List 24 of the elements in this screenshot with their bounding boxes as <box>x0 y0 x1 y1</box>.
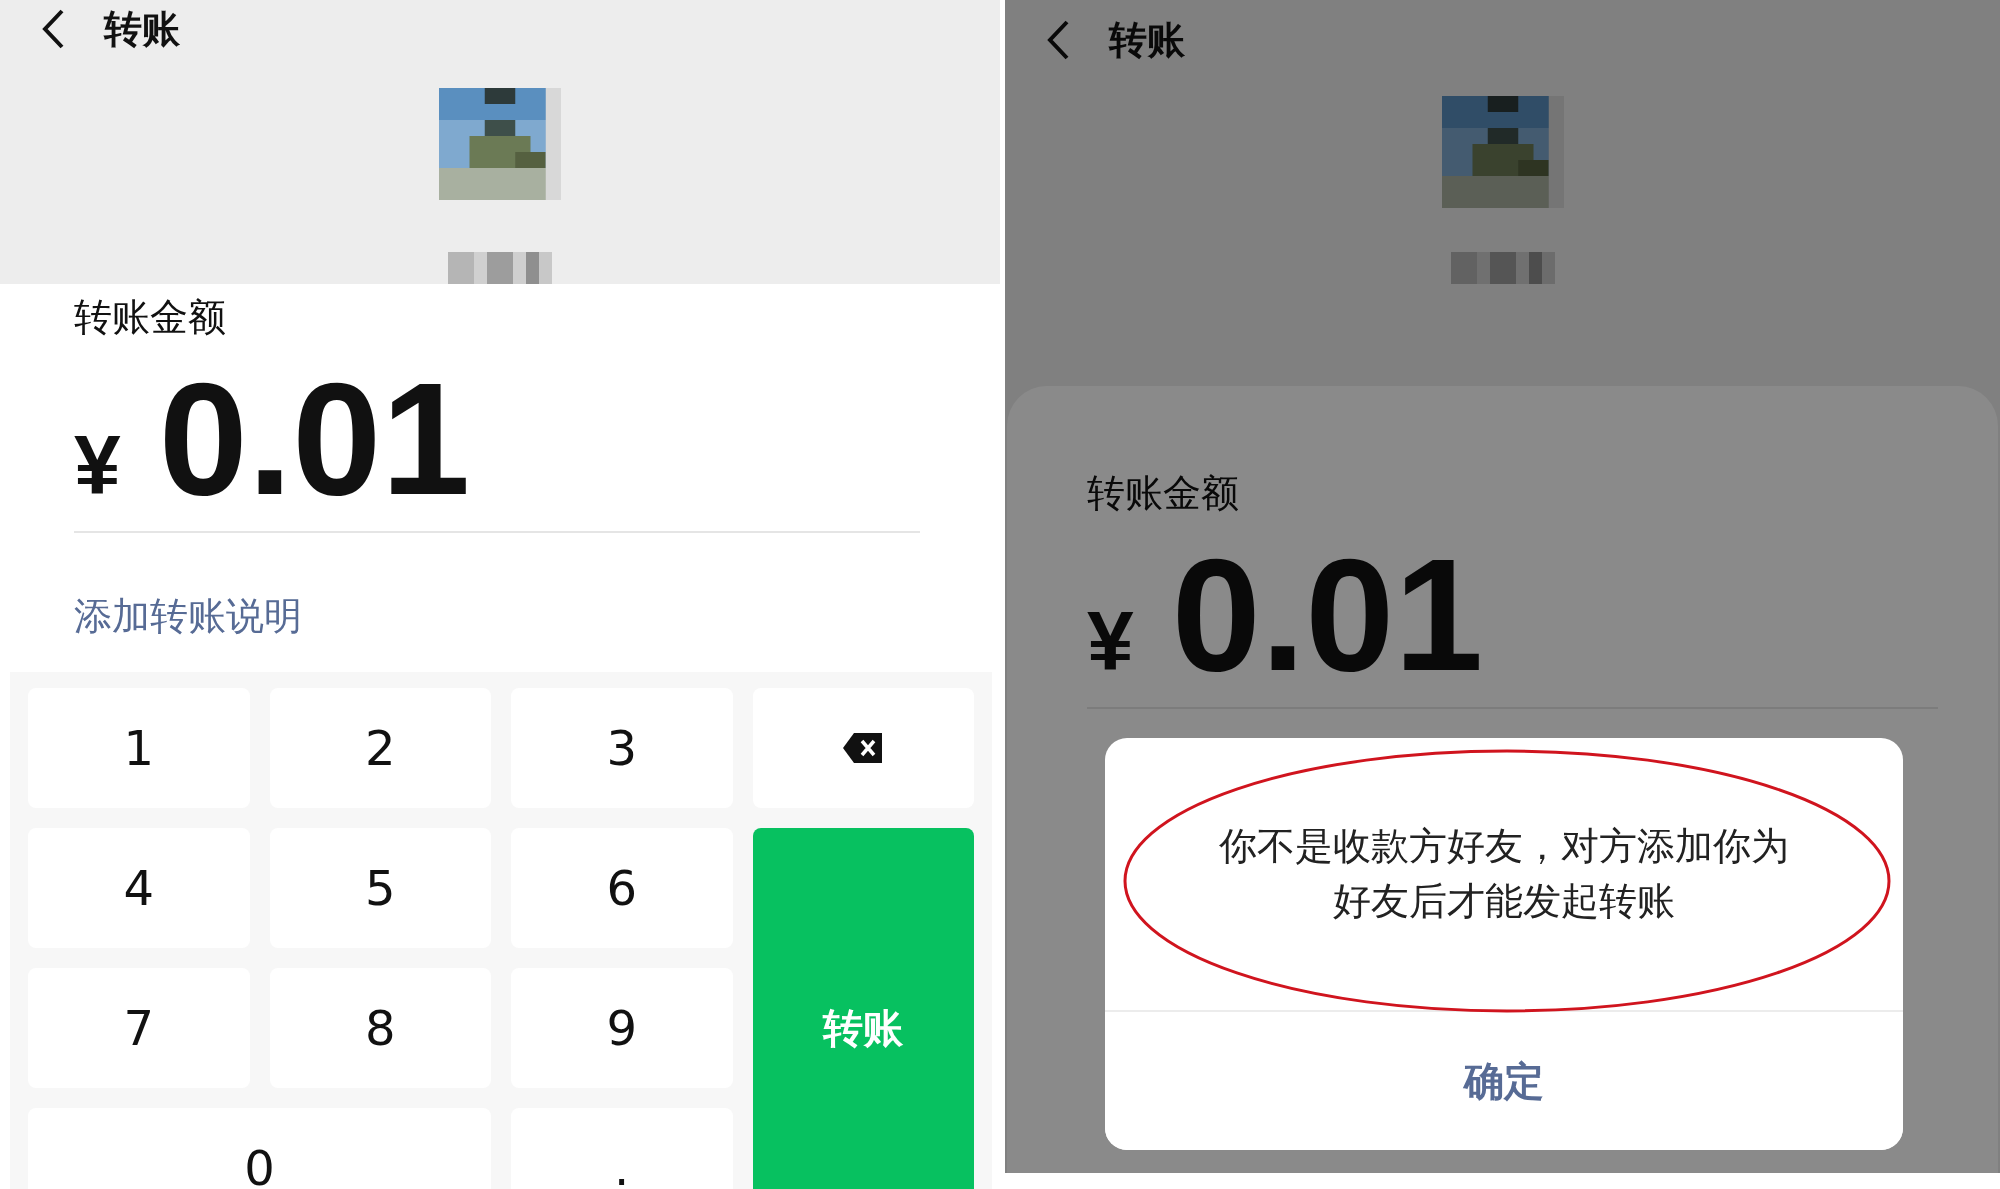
keypad-key[interactable]: 3 <box>511 688 733 808</box>
keypad-key[interactable]: 9 <box>511 968 733 1088</box>
keypad-key[interactable]: 7 <box>28 968 250 1088</box>
keypad-key[interactable]: 5 <box>269 828 491 948</box>
keypad-key[interactable]: 4 <box>28 828 250 948</box>
keypad-key[interactable]: 8 <box>269 968 491 1088</box>
amount-label: 转账金额 <box>74 294 227 341</box>
back-icon[interactable] <box>40 8 66 50</box>
keypad-key[interactable]: 6 <box>511 828 733 948</box>
keypad-key[interactable]: 2 <box>269 688 491 808</box>
backspace-key[interactable] <box>752 688 974 808</box>
keypad-key[interactable]: 1 <box>28 688 250 808</box>
page-title: 转账 <box>104 5 180 53</box>
currency-symbol: ¥ <box>74 417 121 514</box>
backspace-icon <box>842 732 885 764</box>
keypad-key[interactable]: . <box>511 1108 733 1189</box>
amount-value[interactable]: 0.01 <box>158 351 471 527</box>
keypad-key[interactable]: 0 <box>28 1108 491 1189</box>
currency-symbol: ¥ <box>1087 593 1134 690</box>
amount-label: 转账金额 <box>1087 470 1240 517</box>
amount-value[interactable]: 0.01 <box>1171 527 1484 703</box>
add-note-link[interactable]: 添加转账说明 <box>74 591 302 642</box>
page-title: 转账 <box>1109 16 1185 64</box>
dialog-message: 你不是收款方好友，对方添加你为好友后才能发起转账 <box>1218 822 1790 925</box>
